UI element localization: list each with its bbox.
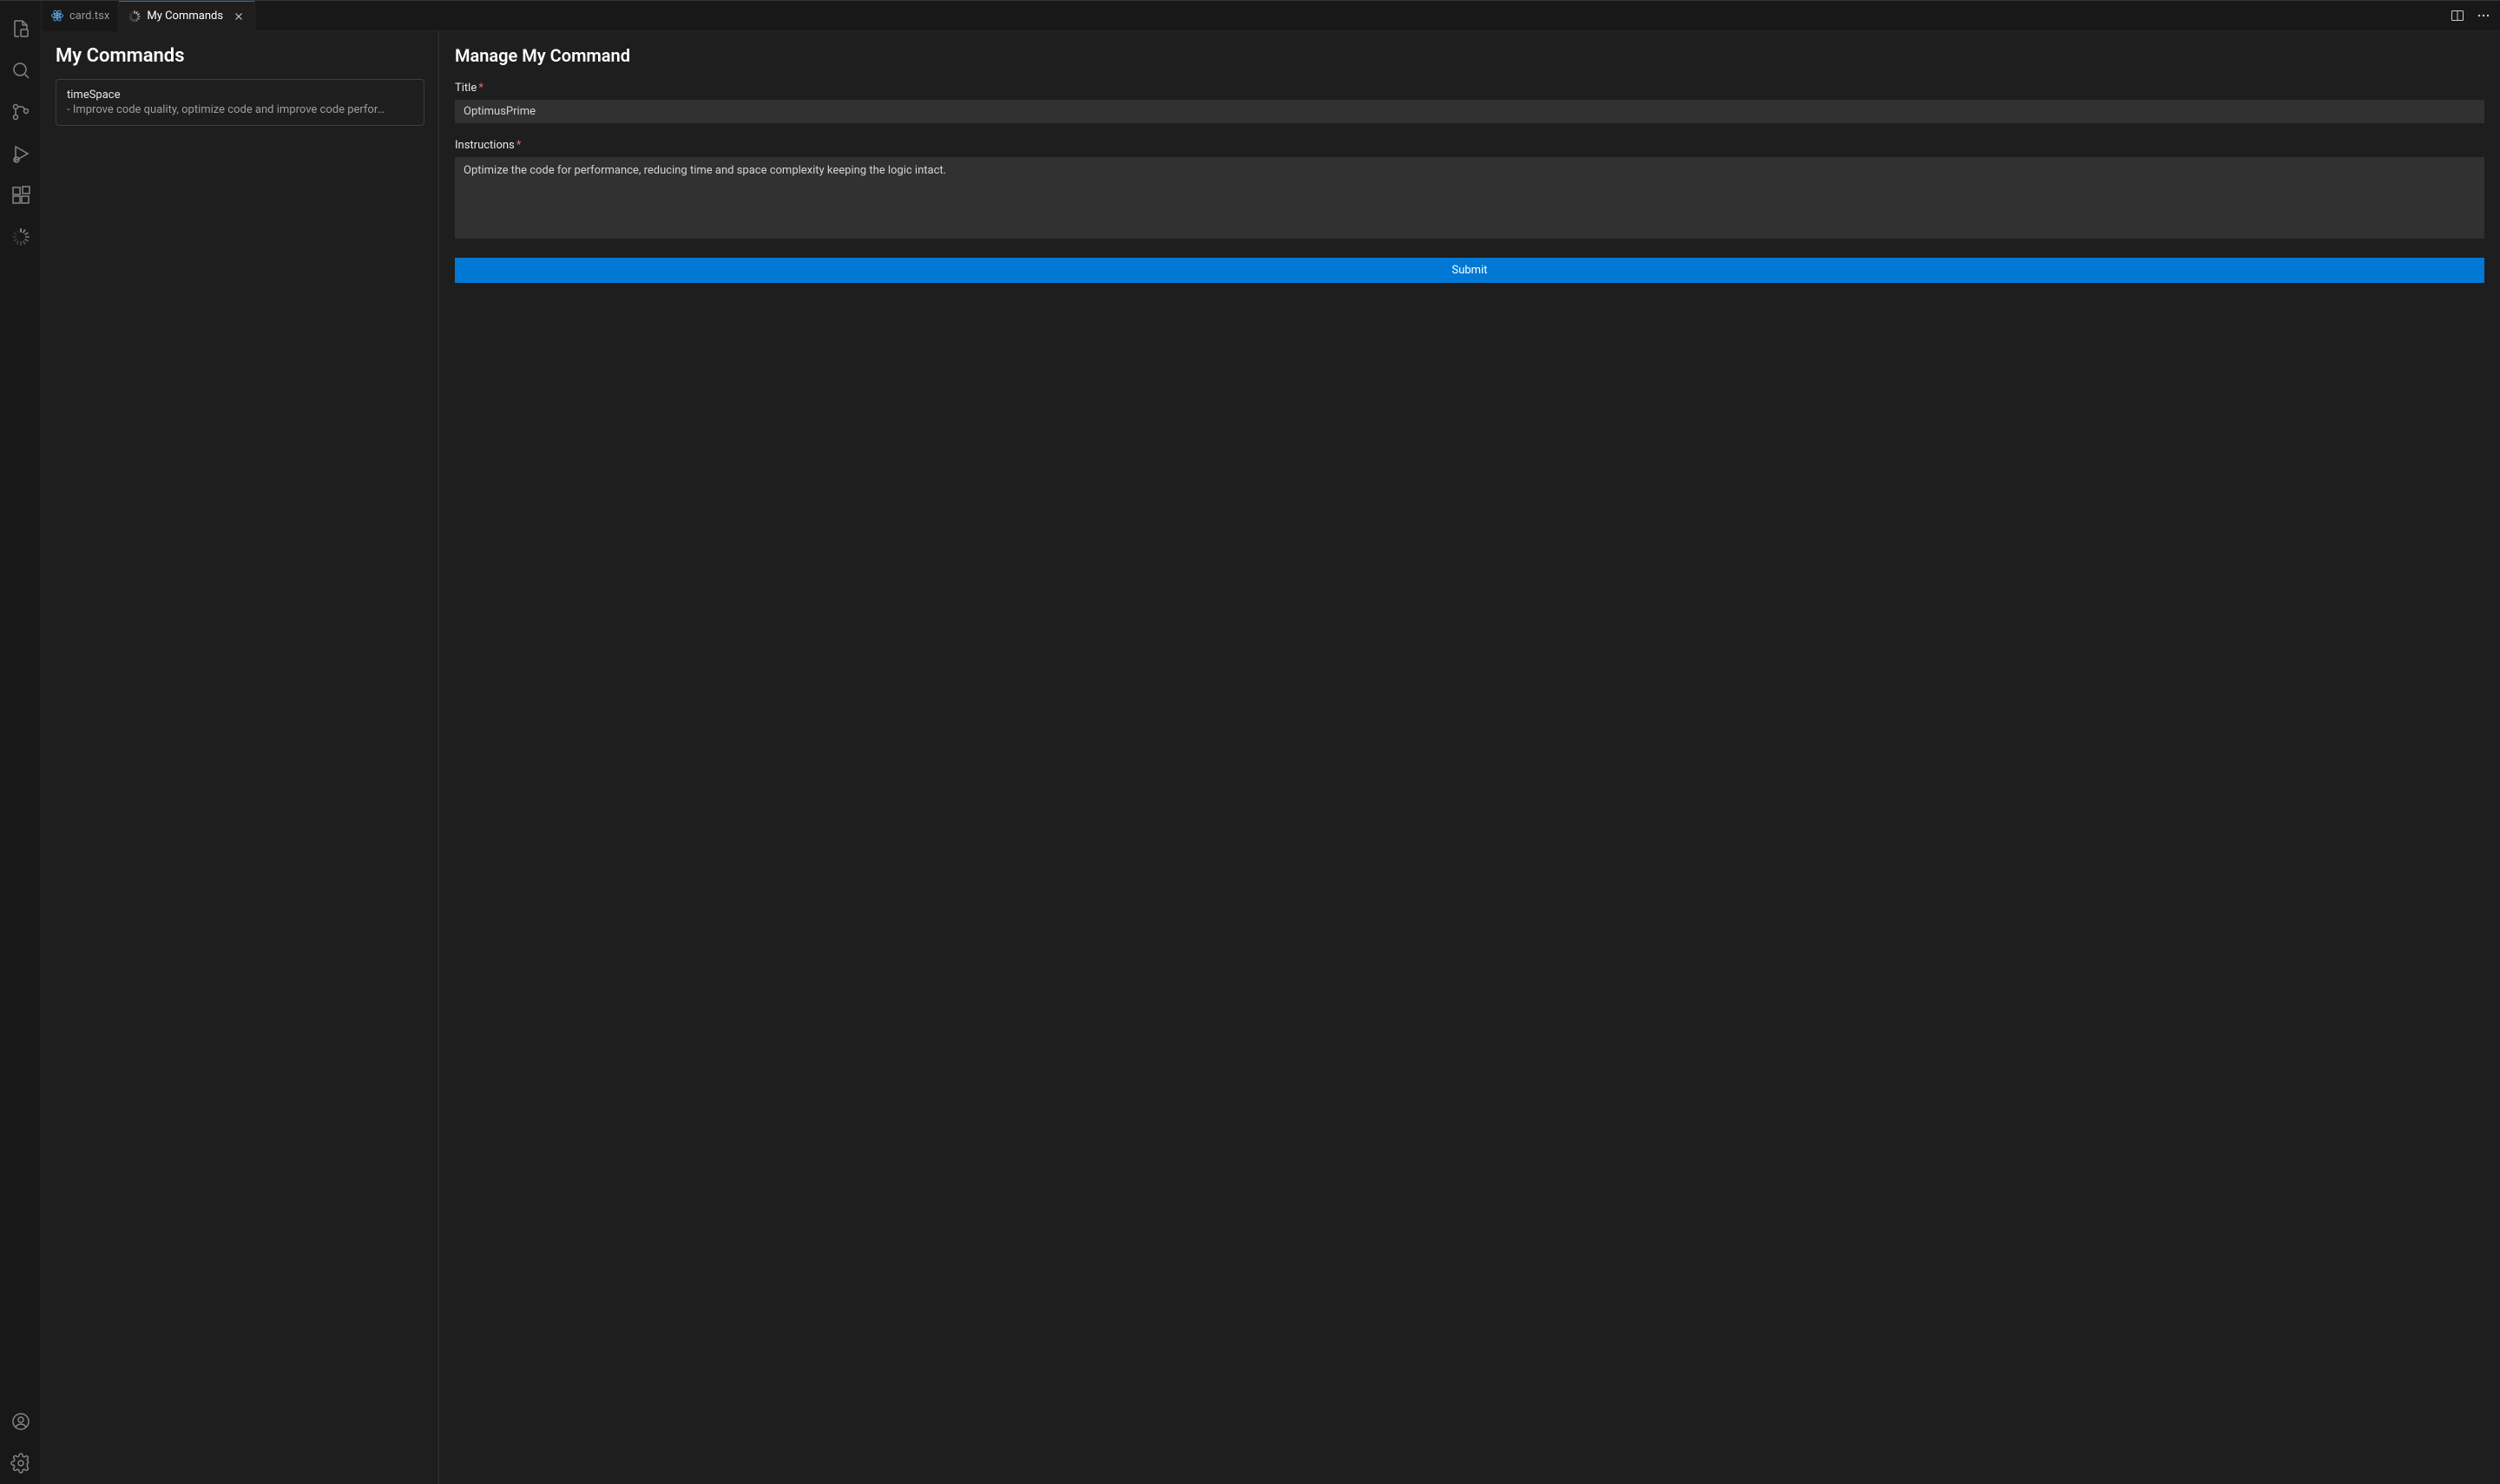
explorer-icon[interactable] bbox=[0, 8, 42, 49]
search-icon[interactable] bbox=[0, 49, 42, 91]
main-area: card.tsx My Commands My Commands timeSpa… bbox=[42, 1, 2500, 1484]
tab-my-commands[interactable]: My Commands bbox=[119, 1, 255, 31]
required-asterisk: * bbox=[516, 139, 522, 152]
settings-gear-icon[interactable] bbox=[0, 1442, 42, 1484]
title-group: Title* bbox=[455, 82, 2484, 123]
instructions-textarea[interactable] bbox=[455, 157, 2484, 239]
tab-card-tsx[interactable]: card.tsx bbox=[42, 1, 119, 31]
run-debug-icon[interactable] bbox=[0, 133, 42, 174]
loading-spinner-icon[interactable] bbox=[0, 216, 42, 258]
submit-button[interactable]: Submit bbox=[455, 258, 2484, 283]
commands-list-panel: My Commands timeSpace - Improve code qua… bbox=[42, 31, 439, 1484]
required-asterisk: * bbox=[478, 82, 484, 95]
extensions-icon[interactable] bbox=[0, 174, 42, 216]
content: My Commands timeSpace - Improve code qua… bbox=[42, 31, 2500, 1484]
tab-bar-actions bbox=[2448, 6, 2500, 25]
title-input[interactable] bbox=[455, 100, 2484, 123]
instructions-group: Instructions* bbox=[455, 139, 2484, 242]
loading-spinner-icon bbox=[128, 10, 141, 23]
tab-label: card.tsx bbox=[69, 10, 109, 23]
activity-bar bbox=[0, 1, 42, 1484]
more-actions-icon[interactable] bbox=[2474, 6, 2493, 25]
source-control-icon[interactable] bbox=[0, 91, 42, 133]
title-label: Title* bbox=[455, 82, 2484, 95]
manage-command-panel: Manage My Command Title* Instructions* S… bbox=[439, 31, 2500, 1484]
close-icon[interactable] bbox=[232, 10, 246, 23]
react-file-icon bbox=[50, 9, 64, 23]
commands-heading: My Commands bbox=[56, 45, 424, 67]
instructions-label-text: Instructions bbox=[455, 139, 515, 152]
command-desc: - Improve code quality, optimize code an… bbox=[67, 103, 413, 116]
command-card[interactable]: timeSpace - Improve code quality, optimi… bbox=[56, 79, 424, 126]
command-title: timeSpace bbox=[67, 89, 413, 102]
instructions-label: Instructions* bbox=[455, 139, 2484, 152]
accounts-icon[interactable] bbox=[0, 1401, 42, 1442]
manage-heading: Manage My Command bbox=[455, 45, 2484, 66]
tab-bar: card.tsx My Commands bbox=[42, 1, 2500, 31]
title-label-text: Title bbox=[455, 82, 477, 95]
tab-label: My Commands bbox=[147, 10, 223, 23]
split-editor-icon[interactable] bbox=[2448, 6, 2467, 25]
